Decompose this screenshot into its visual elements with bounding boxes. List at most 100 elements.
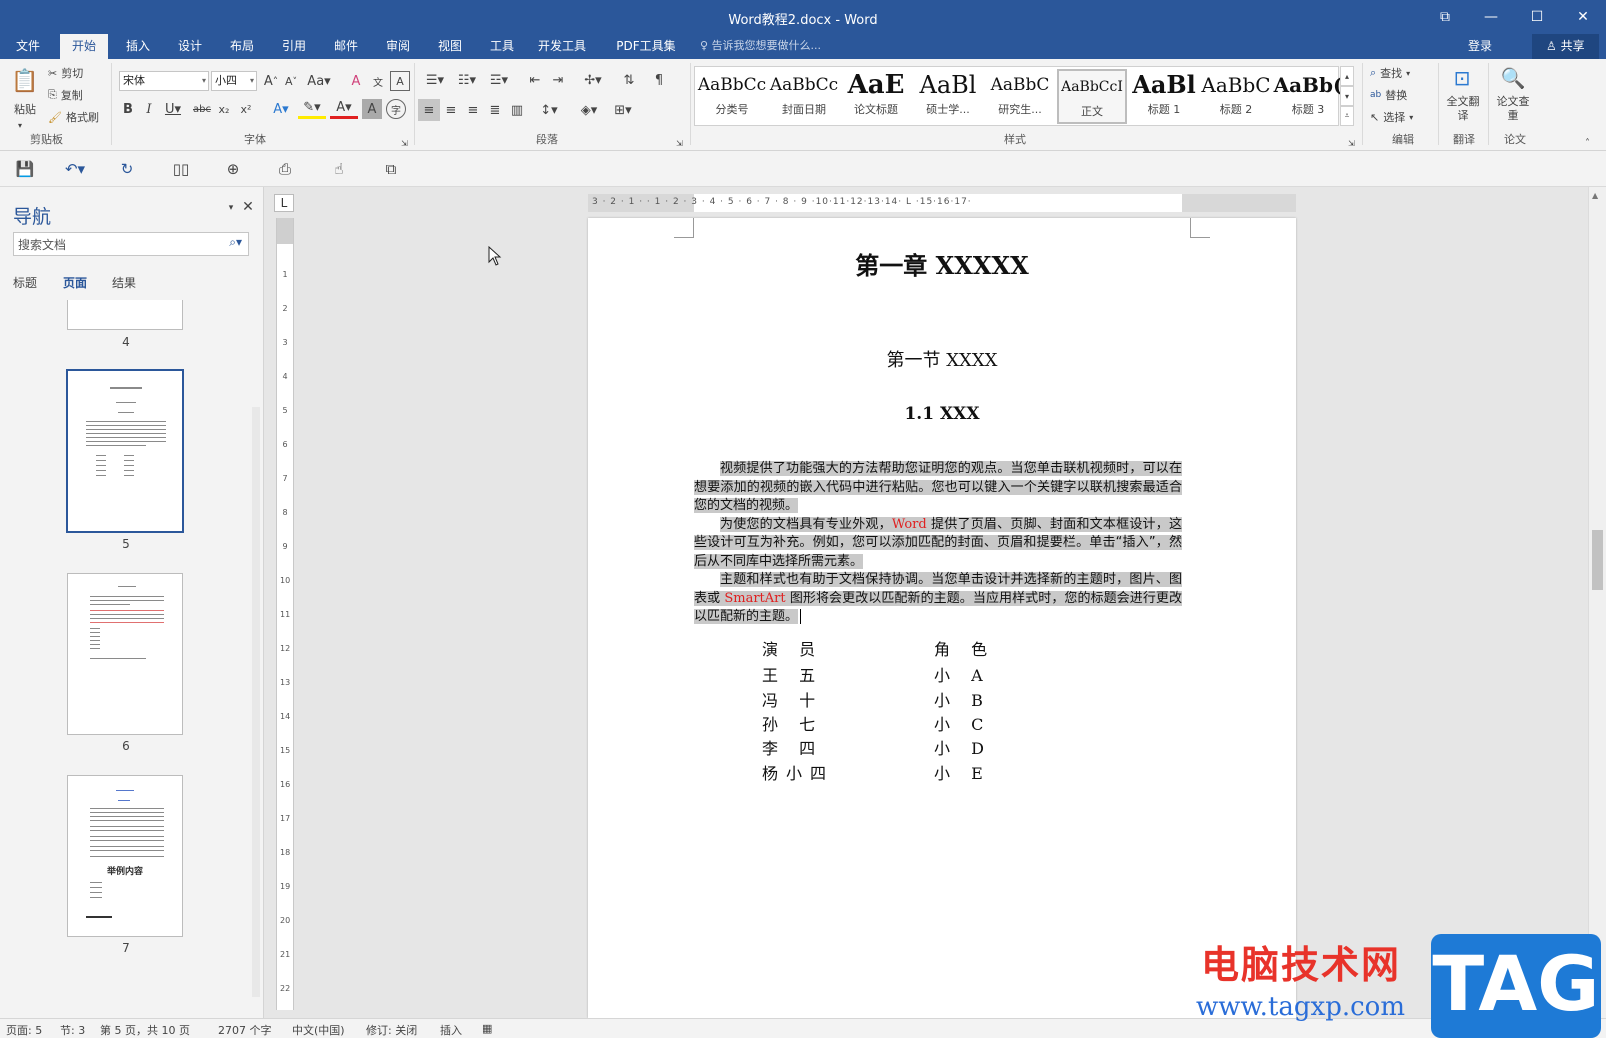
cast-row[interactable]: 冯 十小 B [762,687,983,711]
tab-layout[interactable]: 布局 [220,34,264,59]
cast-row[interactable]: 王 五小 A [762,662,983,686]
grow-font-icon[interactable]: A ˄ [261,71,281,91]
tab-file[interactable]: 文件 [6,34,50,59]
tell-me-search[interactable]: ♀ 告诉我您想要做什么... [700,34,821,59]
underline-icon[interactable]: U▾ [161,99,185,119]
cut-button[interactable]: ✂ 剪切 [48,63,83,83]
subsection-heading[interactable]: 1.1 XXX [588,404,1296,424]
close-pane-icon[interactable]: ✕ [240,199,256,215]
body-paragraphs[interactable]: 视频提供了功能强大的方法帮助您证明您的观点。当您单击联机视频时，可以在想要添加的… [694,460,1182,627]
vertical-scrollbar[interactable]: ▲ [1588,187,1606,1018]
tab-tools[interactable]: 工具 [480,34,524,59]
styles-dialog-launcher-icon[interactable]: ⇲ [1348,133,1355,153]
paragraph-dialog-launcher-icon[interactable]: ⇲ [676,133,683,153]
page-thumbnail-5[interactable] [66,369,184,533]
style-normal[interactable]: AaBbCcI 正文 [1057,69,1127,124]
copy-button[interactable]: ⎘ 复制 [48,85,83,105]
cast-row[interactable]: 杨小四小 E [762,760,983,784]
status-insert-mode[interactable]: 插入 [440,1022,462,1038]
login-button[interactable]: 登录 [1468,34,1492,59]
section-heading[interactable]: 第一节 XXXX [588,346,1296,372]
distributed-icon[interactable]: ▥ [506,99,528,121]
clear-formatting-icon[interactable]: A [346,71,366,91]
character-border-icon[interactable]: A [390,71,410,91]
page-thumbnail-6[interactable] [67,573,183,735]
font-dialog-launcher-icon[interactable]: ⇲ [401,133,408,153]
macro-record-icon[interactable]: ▦ [482,1022,492,1035]
vertical-ruler[interactable]: 1 2 3 4 5 6 7 8 9 10 11 12 13 14 15 16 1… [276,218,294,1010]
style-classification-number[interactable]: AaBbCc 分类号 [697,69,767,124]
justify-icon[interactable]: ≣ [484,99,506,121]
undo-icon[interactable]: ↶▾ [62,158,88,180]
align-right-icon[interactable]: ≡ [462,99,484,121]
line-spacing-icon[interactable]: ↕▾ [534,99,564,121]
find-button[interactable]: ⌕ 查找 ▾ [1370,63,1410,83]
paragraph-1-text[interactable]: 视频提供了功能强大的方法帮助您证明您的观点。当您单击联机视频时，可以在想要添加的… [694,461,1182,513]
chinese-layout-icon[interactable]: ✢▾ [578,69,608,91]
paper-check-button[interactable]: 论文查重 [1496,95,1530,125]
tab-view[interactable]: 视图 [428,34,472,59]
reading-mode-icon[interactable]: ▯▯ [168,158,194,180]
font-color-icon[interactable]: A▾ [330,99,358,119]
style-graduate[interactable]: AaBbC 研究生... [985,69,1055,124]
status-page-of[interactable]: 第 5 页，共 10 页 [100,1022,190,1038]
enclose-characters-icon[interactable]: 字 [386,99,406,119]
align-left-icon[interactable]: ≡ [418,99,440,121]
show-formatting-marks-icon[interactable]: ¶ [648,69,670,91]
page-thumbnail-7[interactable]: 举例内容 [67,775,183,937]
touch-mode-icon[interactable]: ☝ [326,158,352,180]
status-word-count[interactable]: 2707 个字 [218,1022,272,1038]
gallery-more-icon[interactable]: ⩡ [1340,106,1354,126]
paste-button[interactable]: 粘贴 [10,99,40,119]
cast-row[interactable]: 演 员角 色 [762,636,987,660]
align-center-icon[interactable]: ≡ [440,99,462,121]
font-name-combo[interactable]: 宋体 ▾ [119,71,209,91]
nav-tab-results[interactable]: 结果 [112,274,136,291]
character-shading-icon[interactable]: A [362,99,382,119]
strikethrough-icon[interactable]: abc [192,99,212,119]
multilevel-list-icon[interactable]: ☲▾ [484,69,514,91]
customize-toolbar-icon[interactable]: ⧉ [378,158,404,180]
borders-icon[interactable]: ⊞▾ [608,99,638,121]
tab-insert[interactable]: 插入 [116,34,160,59]
smartart-term[interactable]: SmartArt [724,590,786,606]
word-term[interactable]: Word [891,516,927,532]
print-preview-icon[interactable]: ⎙ [272,158,298,180]
navigation-search-input[interactable]: 搜索文档 ⌕▾ [13,232,249,256]
save-icon[interactable]: 💾 [12,158,38,180]
tab-mailings[interactable]: 邮件 [324,34,368,59]
nav-tab-pages[interactable]: 页面 [63,274,87,291]
share-button[interactable]: ♙ 共享 [1532,34,1599,59]
full-text-translate-icon[interactable]: ⊡ [1447,63,1477,93]
search-icon[interactable]: ⌕▾ [229,235,242,250]
format-painter-button[interactable]: 🖌 格式刷 [48,107,99,127]
gallery-scroll-up-icon[interactable]: ▴ [1340,66,1354,86]
subscript-icon[interactable]: x₂ [214,99,234,119]
status-section[interactable]: 节: 3 [60,1022,85,1038]
style-cover-date[interactable]: AaBbCc 封面日期 [769,69,839,124]
cast-row[interactable]: 李 四小 D [762,735,984,759]
style-heading-2[interactable]: AaBbC 标题 2 [1201,69,1271,124]
numbering-icon[interactable]: ☷▾ [452,69,482,91]
select-button[interactable]: ↖ 选择 ▾ [1370,107,1413,127]
highlight-color-icon[interactable]: ✎▾ [298,99,326,119]
style-masters-degree[interactable]: AaBl 硕士学... [913,69,983,124]
close-button[interactable]: ✕ [1560,0,1606,34]
scroll-thumb[interactable] [1592,530,1603,590]
web-layout-icon[interactable]: ⊕ [220,158,246,180]
shrink-font-icon[interactable]: A ˅ [281,71,301,91]
style-paper-title[interactable]: AaE 论文标题 [841,69,911,124]
style-heading-3[interactable]: AaBb(标题 3 [1273,69,1343,124]
italic-icon[interactable]: I [140,99,158,119]
chapter-heading[interactable]: 第一章 XXXXX [588,246,1296,281]
shading-icon[interactable]: ◈▾ [574,99,604,121]
ribbon-display-options-button[interactable]: ⧉ [1422,0,1468,34]
horizontal-ruler[interactable]: 3 · 2 · 1 · · 1 · 2 · 3 · 4 · 5 · 6 · 7 … [588,194,1296,212]
paste-icon[interactable]: 📋 [10,65,40,97]
decrease-indent-icon[interactable]: ⇤ [524,69,546,91]
change-case-icon[interactable]: Aa▾ [306,71,332,91]
maximize-button[interactable]: ☐ [1514,0,1560,34]
sort-icon[interactable]: ⇅ [618,69,640,91]
increase-indent-icon[interactable]: ⇥ [547,69,569,91]
navigation-scrollbar[interactable] [252,407,260,997]
